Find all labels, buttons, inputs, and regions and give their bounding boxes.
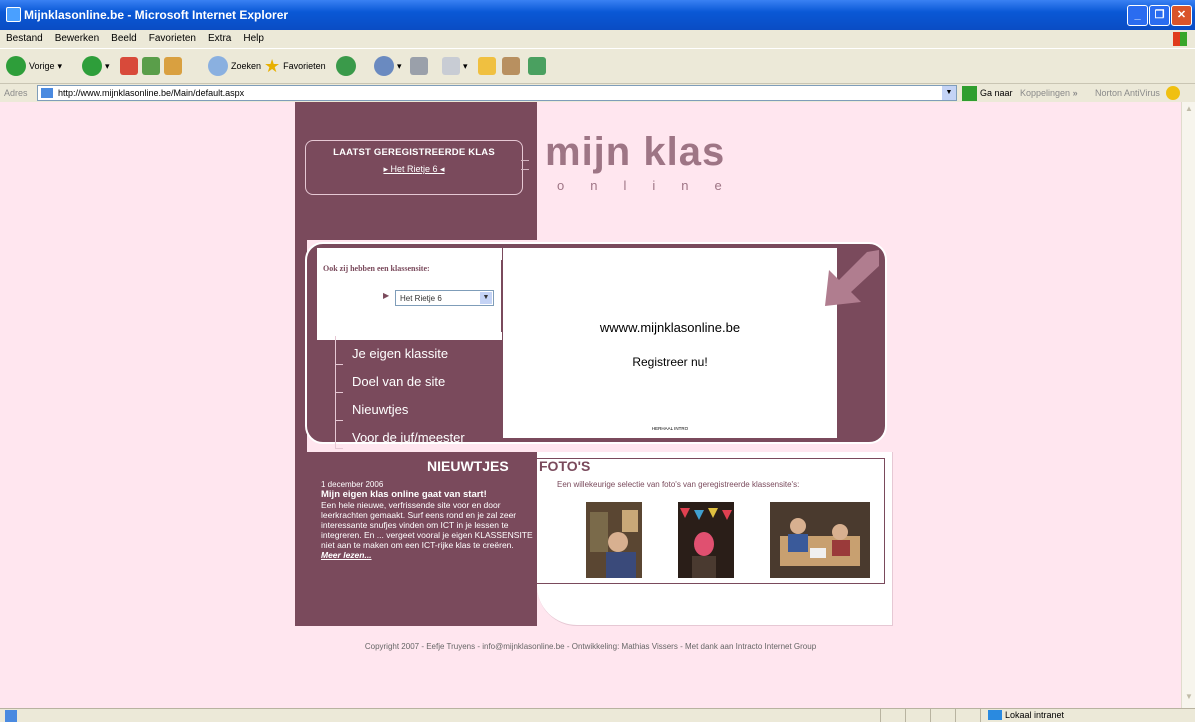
nav-item-doel[interactable]: Doel van de site [327,364,497,402]
history-button[interactable] [336,55,356,77]
copyright-footer: Copyright 2007 - Eefje Truyens - info@mi… [364,642,817,651]
nav-item-nieuwtjes[interactable]: Nieuwtjes [327,392,497,430]
select-dropdown-icon[interactable]: ▼ [480,292,492,304]
menu-help[interactable]: Help [237,30,270,44]
back-arrow-icon [6,56,26,76]
scroll-down-icon[interactable]: ▼ [1183,692,1195,704]
class-photo-2[interactable] [678,502,734,578]
intranet-zone-icon [988,710,1002,720]
nav-item-klassite[interactable]: Je eigen klassite [327,336,497,374]
search-icon [208,56,228,76]
address-url: http://www.mijnklasonline.be/Main/defaul… [58,88,245,98]
replay-intro-link[interactable]: HERHAAL INTRO [503,426,837,431]
last-registered-link[interactable]: ▸ Het Rietje 6 ◂ [306,164,522,175]
menu-bar: Bestand Bewerken Beeld Favorieten Extra Help [0,30,1195,48]
back-button[interactable]: Vorige ▾ [6,55,62,77]
mail-button[interactable]: ▾ [374,55,402,77]
search-button[interactable]: Zoeken [208,55,261,77]
address-bar: Adres http://www.mijnklasonline.be/Main/… [0,84,1195,102]
page-viewport: LAATST GEREGISTREERDE KLAS ▸ Het Rietje … [0,102,1181,708]
last-registered-title: LAATST GEREGISTREERDE KLAS [333,147,495,158]
site-logo-title: mijn klas [545,130,726,174]
menu-beeld[interactable]: Beeld [105,30,143,44]
read-more-link[interactable]: Meer lezen... [321,550,541,560]
photos-description: Een willekeurige selectie van foto's van… [557,480,800,489]
menu-favorieten[interactable]: Favorieten [143,30,202,44]
research-button[interactable] [502,55,520,77]
page-icon [41,88,53,98]
register-now-link[interactable]: Registreer nu! [503,355,837,369]
favorites-button[interactable]: ★ Favorieten [264,55,326,77]
stop-icon [120,57,138,75]
address-dropdown-icon[interactable]: ▼ [942,86,956,100]
menu-extra[interactable]: Extra [202,30,237,44]
folder-button[interactable] [478,55,496,77]
minimize-button[interactable]: _ [1127,5,1148,26]
corner-arrow-icon [825,250,879,306]
close-button[interactable]: ✕ [1171,5,1192,26]
photos-heading: FOTO'S [539,458,591,474]
edit-icon [442,57,460,75]
maximize-button[interactable]: ❐ [1149,5,1170,26]
windows-logo-icon [1173,32,1187,46]
forward-arrow-icon [82,56,102,76]
last-registered-box: LAATST GEREGISTREERDE KLAS ▸ Het Rietje … [305,140,523,195]
forward-button[interactable]: ▾ [82,55,110,77]
home-button[interactable] [164,55,182,77]
address-label: Adres [4,88,28,98]
address-input[interactable]: http://www.mijnklasonline.be/Main/defaul… [37,85,957,101]
stop-button[interactable] [120,55,138,77]
folder-icon [478,57,496,75]
research-icon [502,57,520,75]
refresh-button[interactable] [142,55,160,77]
menu-bestand[interactable]: Bestand [0,30,49,44]
main-nav: Je eigen klassite Doel van de site Nieuw… [327,336,497,458]
edit-button[interactable]: ▾ [442,55,468,77]
standard-toolbar: Vorige ▾ ▾ Zoeken ★ Favorieten ▾ ▾ [0,48,1195,84]
refresh-icon [142,57,160,75]
menu-bewerken[interactable]: Bewerken [49,30,105,44]
site-container: LAATST GEREGISTREERDE KLAS ▸ Het Rietje … [295,102,893,626]
history-icon [336,56,356,76]
class-photo-1[interactable] [586,502,642,578]
pointer-arrow-icon: ▶ [383,291,390,300]
messenger-icon [528,57,546,75]
mail-icon [374,56,394,76]
site-logo-subtitle: online [557,178,748,193]
norton-toolbar-label[interactable]: Norton AntiVirus [1095,88,1160,98]
class-photo-3[interactable] [770,502,870,578]
other-sites-title: Ook zij hebben een klassensite: [323,264,430,273]
window-title-bar[interactable]: Mijnklasonline.be - Microsoft Internet E… [0,0,1195,30]
norton-icon[interactable] [1166,86,1180,100]
messenger-button[interactable] [528,55,546,77]
home-icon [164,57,182,75]
news-item: 1 december 2006 Mijn eigen klas online g… [321,480,541,560]
status-bar: Lokaal intranet [0,708,1195,722]
news-body: Een hele nieuwe, verfrissende site voor … [321,500,533,550]
print-button[interactable] [410,55,428,77]
ie-logo-icon [6,7,21,22]
scroll-up-icon[interactable]: ▲ [1183,104,1195,116]
status-page-icon [5,710,17,722]
security-zone: Lokaal intranet [988,710,1064,720]
intro-flash-panel[interactable]: wwww.mijnklasonline.be Registreer nu! HE… [503,248,837,438]
vertical-scrollbar[interactable]: ▲ ▼ [1181,102,1195,708]
links-button[interactable]: Koppelingen » [1020,88,1078,98]
go-arrow-icon [962,85,977,101]
window-title: Mijnklasonline.be - Microsoft Internet E… [24,8,289,22]
other-sites-box: Ook zij hebben een klassensite: ▶ Het Ri… [317,248,502,340]
print-icon [410,57,428,75]
news-title: Mijn eigen klas online gaat van start! [321,489,487,500]
intro-url: wwww.mijnklasonline.be [599,320,741,335]
class-site-select[interactable]: Het Rietje 6 ▼ [395,290,494,306]
star-icon: ★ [264,55,281,76]
news-heading: NIEUWTJES [427,458,509,474]
go-button[interactable]: Ga naar [962,85,1013,101]
